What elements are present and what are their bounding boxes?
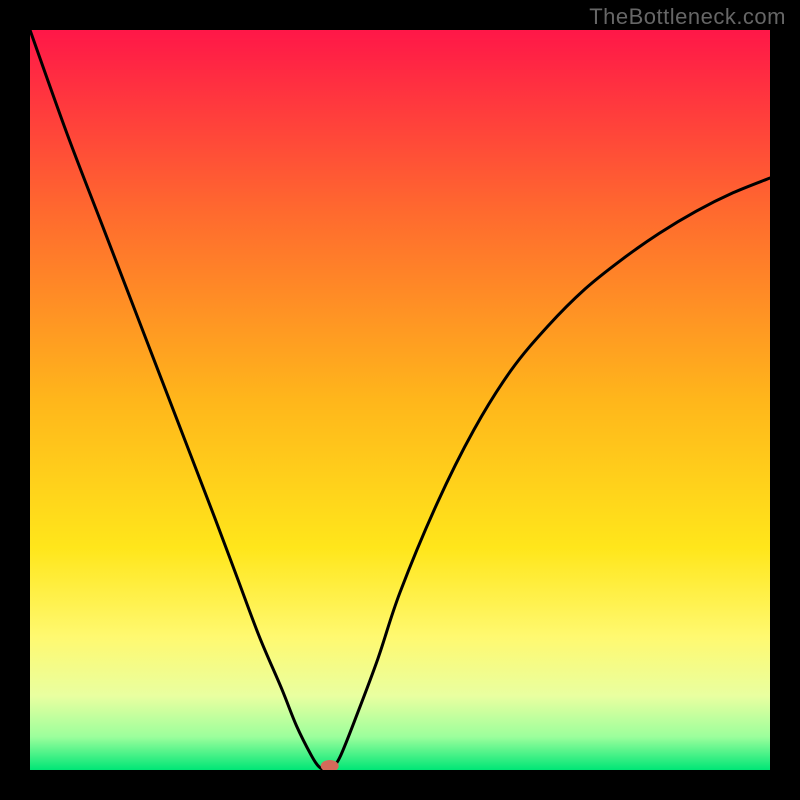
plot-area [30,30,770,770]
chart-frame: TheBottleneck.com [0,0,800,800]
heat-gradient [30,30,770,770]
bottleneck-chart [30,30,770,770]
watermark-text: TheBottleneck.com [589,4,786,30]
